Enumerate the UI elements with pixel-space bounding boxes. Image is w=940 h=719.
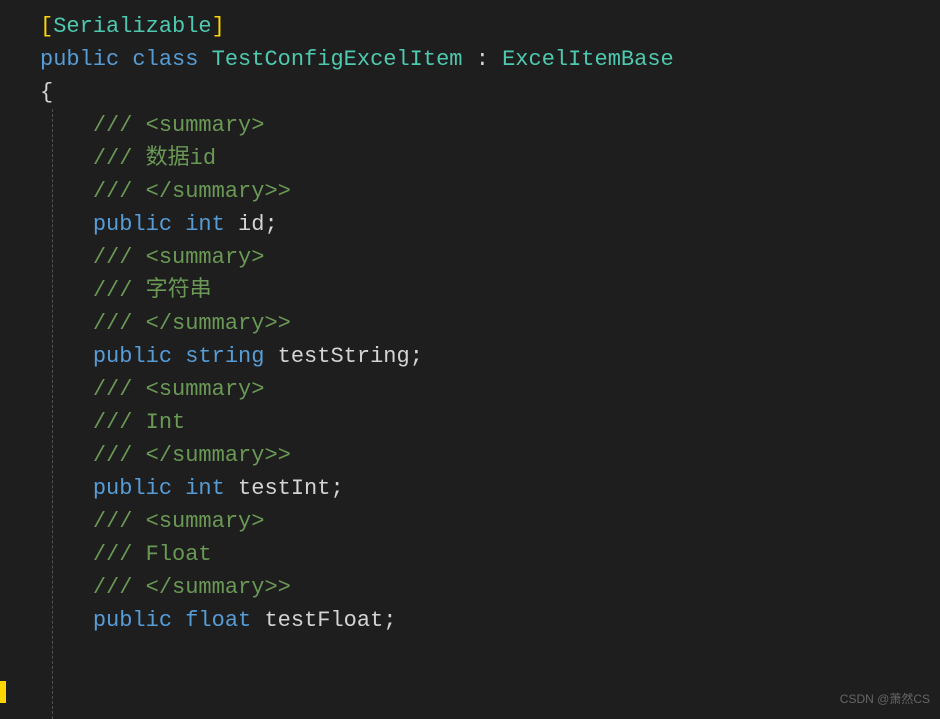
keyword-class: class — [132, 43, 198, 76]
keyword-public: public — [93, 340, 172, 373]
class-name: TestConfigExcelItem — [212, 43, 463, 76]
code-line: public int testInt; — [40, 472, 940, 505]
xml-comment: /// </summary>> — [93, 571, 291, 604]
highlight-bar — [0, 681, 6, 703]
code-line: /// Int — [40, 406, 940, 439]
field-name: testInt — [238, 472, 330, 505]
keyword-public: public — [93, 472, 172, 505]
type-int: int — [185, 472, 225, 505]
code-line: /// </summary>> — [40, 571, 940, 604]
keyword-public: public — [93, 604, 172, 637]
code-line: public class TestConfigExcelItem : Excel… — [40, 43, 940, 76]
code-line: public float testFloat; — [40, 604, 940, 637]
code-line: /// <summary> — [40, 505, 940, 538]
field-name: testFloat — [264, 604, 383, 637]
code-line: /// </summary>> — [40, 307, 940, 340]
attribute-name: Serializable — [53, 10, 211, 43]
code-line: [Serializable] — [40, 10, 940, 43]
xml-comment: /// </summary>> — [93, 439, 291, 472]
code-line: /// <summary> — [40, 241, 940, 274]
semicolon: ; — [330, 472, 343, 505]
base-class: ExcelItemBase — [502, 43, 674, 76]
code-block: [Serializable] public class TestConfigEx… — [0, 10, 940, 637]
indent-guide — [52, 109, 53, 719]
colon: : — [476, 43, 489, 76]
code-line: /// <summary> — [40, 373, 940, 406]
code-line: /// Float — [40, 538, 940, 571]
xml-comment: /// 数据id — [93, 142, 216, 175]
code-line: public int id; — [40, 208, 940, 241]
code-line: /// </summary>> — [40, 439, 940, 472]
semicolon: ; — [383, 604, 396, 637]
watermark: CSDN @萧然CS — [840, 690, 930, 708]
keyword-public: public — [93, 208, 172, 241]
code-line: /// 字符串 — [40, 274, 940, 307]
xml-comment: /// Float — [93, 538, 212, 571]
xml-comment: /// <summary> — [93, 241, 265, 274]
semicolon: ; — [264, 208, 277, 241]
keyword-public: public — [40, 43, 119, 76]
xml-comment: /// <summary> — [93, 373, 265, 406]
code-line: public string testString; — [40, 340, 940, 373]
brace-open: { — [40, 76, 53, 109]
xml-comment: /// <summary> — [93, 505, 265, 538]
field-name: id — [238, 208, 264, 241]
xml-comment: /// 字符串 — [93, 274, 212, 307]
xml-comment: /// </summary>> — [93, 307, 291, 340]
field-name: testString — [278, 340, 410, 373]
semicolon: ; — [410, 340, 423, 373]
type-int: int — [185, 208, 225, 241]
xml-comment: /// Int — [93, 406, 185, 439]
xml-comment: /// <summary> — [93, 109, 265, 142]
code-line: /// <summary> — [40, 109, 940, 142]
bracket-open: [ — [40, 10, 53, 43]
type-float: float — [185, 604, 251, 637]
xml-comment: /// </summary>> — [93, 175, 291, 208]
bracket-close: ] — [212, 10, 225, 43]
code-line: /// </summary>> — [40, 175, 940, 208]
code-line: { — [40, 76, 940, 109]
type-string: string — [185, 340, 264, 373]
code-line: /// 数据id — [40, 142, 940, 175]
